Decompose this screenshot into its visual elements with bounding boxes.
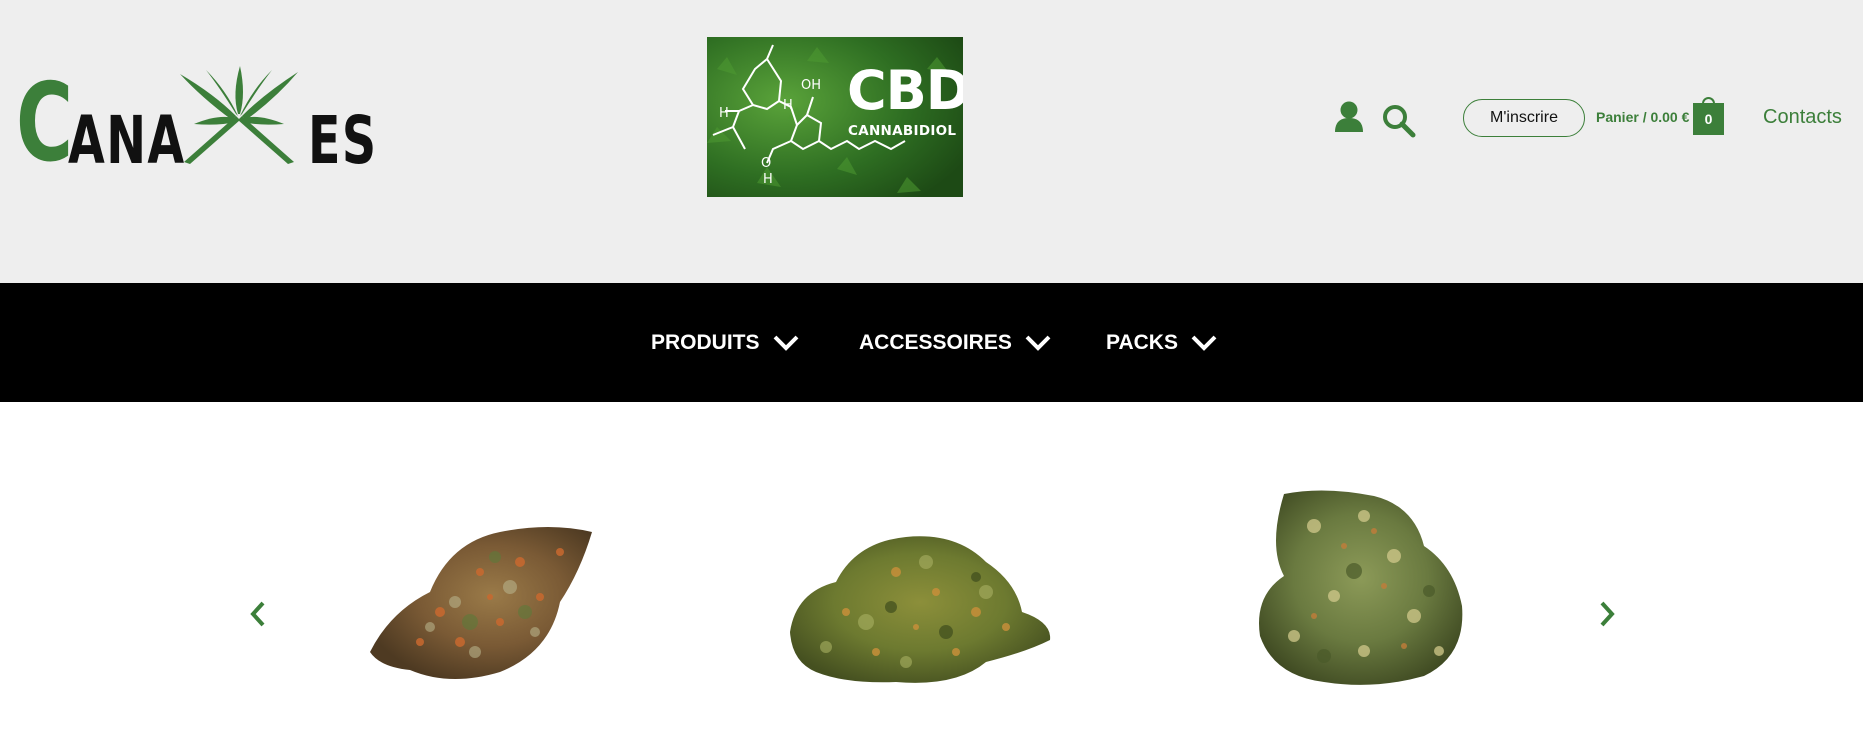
page: C ANA ES OH H H O H CBD CANNABIDIOL M'in… <box>0 0 1863 753</box>
chevron-right-icon[interactable] <box>1595 598 1619 630</box>
chevron-left-icon[interactable] <box>246 598 270 630</box>
signup-button[interactable]: M'inscrire <box>1463 99 1585 137</box>
cannabis-bud-icon <box>370 527 592 680</box>
molecule-label-o-bottom: O <box>761 156 771 171</box>
cart-link[interactable]: Panier / 0.00 € <box>1596 109 1689 125</box>
nav-item-label: ACCESSOIRES <box>859 331 1012 354</box>
cannabis-bud-icon <box>1259 490 1463 685</box>
nav-item-accessoires[interactable]: ACCESSOIRES <box>859 323 1052 363</box>
product-image-3[interactable] <box>1254 486 1468 690</box>
nav-item-produits[interactable]: PRODUITS <box>651 323 800 363</box>
site-header: C ANA ES OH H H O H CBD CANNABIDIOL M'in… <box>0 0 1863 283</box>
logo-letters-ana: ANA <box>68 102 186 179</box>
nav-item-label: PRODUITS <box>651 331 760 354</box>
molecule-label-h-bottom: H <box>763 172 773 187</box>
logo-letter-c: C <box>16 61 74 186</box>
user-icon[interactable] <box>1333 100 1365 134</box>
banner-headline: CBD <box>847 59 963 122</box>
logo-wordmark: C ANA <box>16 61 186 186</box>
banner-subline: CANNABIDIOL <box>848 123 957 139</box>
chevron-down-icon <box>773 335 798 351</box>
logo-letters-es: ES <box>308 102 378 179</box>
product-image-2[interactable] <box>786 522 1054 687</box>
contacts-link[interactable]: Contacts <box>1763 106 1842 129</box>
product-image-1[interactable] <box>360 502 600 687</box>
cart-badge[interactable]: 0 <box>1693 97 1724 135</box>
site-logo[interactable]: C ANA ES <box>16 61 378 186</box>
nav-item-label: PACKS <box>1106 331 1178 354</box>
main-nav: PRODUITS ACCESSOIRES PACKS <box>0 283 1863 402</box>
product-carousel <box>0 402 1863 753</box>
molecule-label-oh-top: OH <box>801 78 821 93</box>
chevron-down-icon <box>1025 335 1051 351</box>
cannabis-bud-icon <box>790 536 1051 683</box>
nav-item-packs[interactable]: PACKS <box>1106 323 1218 363</box>
cbd-banner[interactable]: OH H H O H CBD CANNABIDIOL <box>707 37 963 197</box>
molecule-label-h-mid: H <box>783 98 793 113</box>
molecule-label-h-left: H <box>719 106 729 121</box>
cannabis-leaf-icon <box>180 66 298 164</box>
chevron-down-icon <box>1191 335 1217 351</box>
cart-count: 0 <box>1693 103 1724 135</box>
search-icon[interactable] <box>1382 104 1416 138</box>
